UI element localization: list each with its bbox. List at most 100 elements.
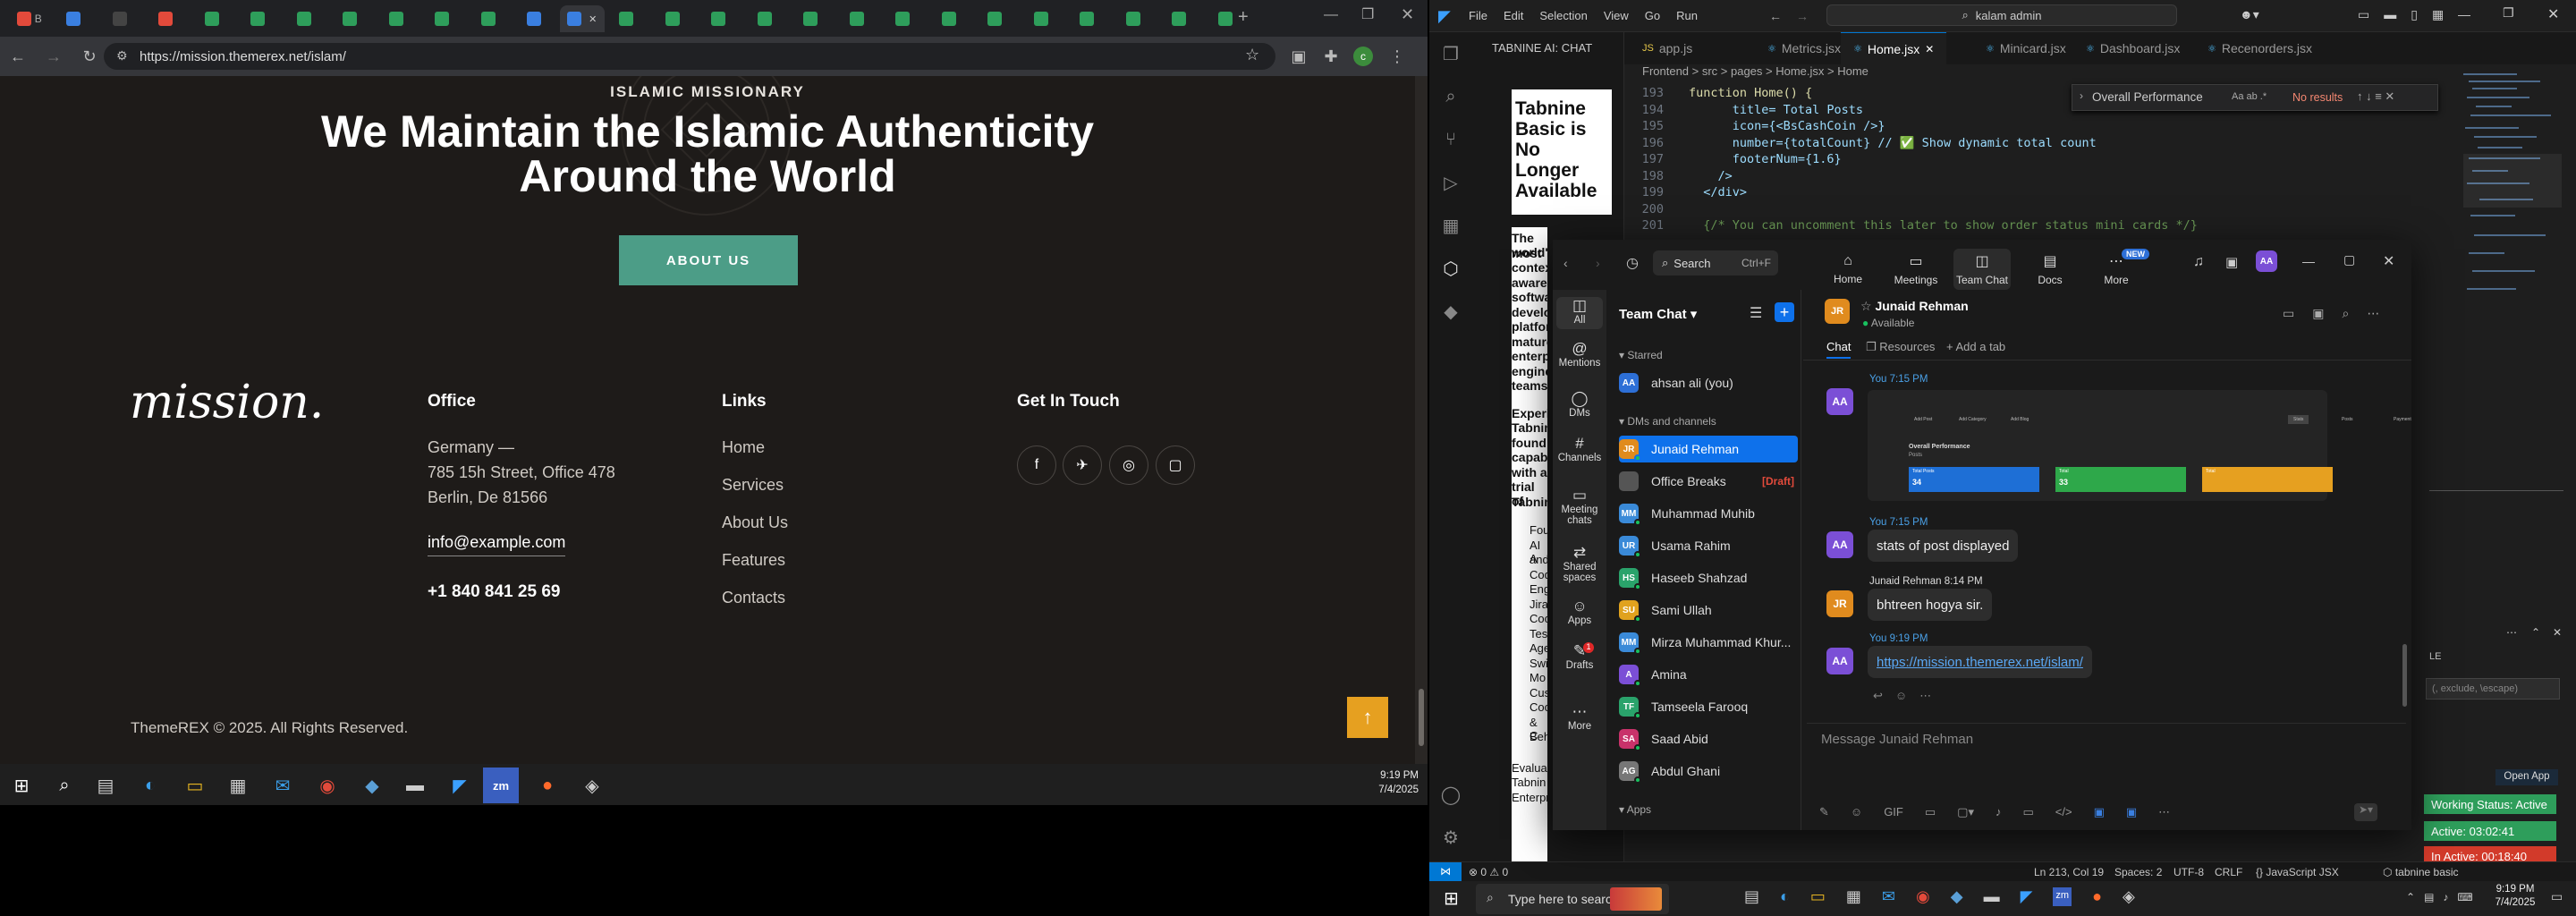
rail-meeting-chats[interactable]: ▭ Meeting chats: [1553, 488, 1606, 526]
footer-link-features[interactable]: Features: [722, 551, 785, 570]
zoom-back-icon[interactable]: ‹: [1563, 256, 1568, 270]
edge-icon[interactable]: ◐: [132, 768, 168, 803]
browser-tab[interactable]: [699, 5, 743, 32]
browser-tab[interactable]: ✕: [560, 5, 605, 32]
chat-header-actions[interactable]: ▭ ▣ ⌕ ⋯: [2283, 306, 2379, 321]
postman-icon[interactable]: ●: [530, 768, 565, 803]
profile-avatar[interactable]: c: [1352, 46, 1374, 67]
store-icon[interactable]: ▦: [220, 768, 256, 803]
extensions-icon[interactable]: ▦: [1440, 215, 1462, 236]
zoom-maximize-button[interactable]: ▢: [2343, 252, 2355, 267]
task-view-icon[interactable]: ▤: [88, 768, 123, 803]
extension-icon[interactable]: ▣: [1288, 46, 1309, 67]
zoom-icon[interactable]: zm: [483, 768, 519, 803]
footer-link-contacts[interactable]: Contacts: [722, 589, 785, 607]
menu-item[interactable]: Edit: [1504, 9, 1523, 22]
starred-header[interactable]: ▾ Starred: [1619, 349, 1663, 361]
tab-close-icon[interactable]: ✕: [589, 13, 597, 25]
search-icon[interactable]: ⌕: [47, 768, 82, 803]
editor-tab[interactable]: ⚛ Recenorders.jsx: [2195, 32, 2325, 64]
browser-tab[interactable]: [1021, 5, 1065, 32]
command-center[interactable]: ⌕ kalam admin: [1826, 4, 2177, 26]
notifications-bell-icon[interactable]: ♫: [2193, 254, 2204, 270]
find-widget[interactable]: › Overall Performance Aa ab .* No result…: [2072, 84, 2438, 111]
composer-toolbar[interactable]: ✎ ☺ GIF ▭ ▢▾ ♪ ▭ </> ▣ ▣ ⋯: [1819, 805, 2170, 819]
editor-tab[interactable]: JS app.js: [1630, 32, 1705, 64]
history-icon[interactable]: ◷: [1626, 254, 1639, 272]
menu-item[interactable]: Go: [1645, 9, 1660, 22]
browser-tab[interactable]: [928, 5, 973, 32]
chat-list-item[interactable]: MM Muhammad Muhib: [1619, 500, 1798, 527]
editor-tab[interactable]: ⚛ Metrics.jsx: [1755, 32, 1853, 64]
browser-tab[interactable]: B: [7, 5, 52, 32]
tab-resources[interactable]: ❐ Resources: [1866, 340, 1935, 354]
right-taskbar-apps[interactable]: ▤ ◐ ▭ ▦ ✉ ◉ ◆ ▬ ◤ zm ● ◈: [1744, 887, 2135, 906]
notification-center-icon[interactable]: ▭: [2551, 889, 2563, 904]
zoom-search[interactable]: ⌕ Search Ctrl+F: [1653, 250, 1778, 276]
editor-tab[interactable]: ⚛ Home.jsx ✕: [1841, 32, 1947, 64]
zoom-forward-icon[interactable]: ›: [1596, 256, 1600, 270]
code-line[interactable]: </div>: [1689, 185, 1747, 199]
encoding[interactable]: UTF-8: [2174, 866, 2204, 878]
zoom-nav-home[interactable]: ⌂ Home: [1819, 249, 1877, 290]
account-icon[interactable]: ◯: [1440, 784, 1462, 805]
chat-list-item[interactable]: SU Sami Ullah: [1619, 597, 1798, 623]
remote-icon[interactable]: ⋈: [1429, 862, 1462, 882]
terminal-icon[interactable]: ▬: [397, 768, 433, 803]
rail-more[interactable]: ⋯ More: [1553, 704, 1606, 732]
rail-shared-spaces[interactable]: ⇄ Shared spaces: [1553, 545, 1606, 583]
chat-list-item[interactable]: UR Usama Rahim: [1619, 532, 1798, 559]
office-phone[interactable]: +1 840 841 25 69: [428, 582, 560, 602]
chat-scrollbar[interactable]: [2402, 644, 2407, 707]
code-line[interactable]: />: [1689, 169, 1733, 183]
new-tab-button[interactable]: +: [1238, 7, 1249, 28]
footer-link-home[interactable]: Home: [722, 438, 765, 457]
open-app-button[interactable]: Open App: [2496, 769, 2558, 785]
back-icon[interactable]: ←: [7, 46, 29, 67]
chrome-icon[interactable]: ◉: [309, 768, 345, 803]
side-up-icon[interactable]: ⌃: [2531, 626, 2540, 639]
menu-item[interactable]: Selection: [1539, 9, 1587, 22]
zoom-profile-avatar[interactable]: AA: [2256, 250, 2277, 272]
msg4-link[interactable]: https://mission.themerex.net/islam/: [1868, 646, 2092, 678]
chat-list-item[interactable]: HS Haseeb Shahzad: [1619, 564, 1798, 591]
zoom-apps-icon[interactable]: ▣: [2225, 254, 2238, 270]
apps-header[interactable]: ▾ Apps: [1619, 803, 1651, 816]
browser-tab[interactable]: [1113, 5, 1157, 32]
maximize-button[interactable]: ❐: [1361, 5, 1374, 23]
browser-tab[interactable]: [54, 5, 98, 32]
breadcrumb[interactable]: Frontend > src > pages > Home.jsx > Home: [1642, 64, 1868, 84]
side-toolbar[interactable]: ⋯ ⌃ ✕: [2429, 626, 2563, 644]
browser-tab[interactable]: [422, 5, 467, 32]
browser-tab[interactable]: [606, 5, 651, 32]
about-us-button[interactable]: ABOUT US: [619, 235, 798, 285]
extensions-puzzle-icon[interactable]: ✚: [1320, 46, 1342, 67]
minimap[interactable]: [2463, 64, 2562, 440]
code-line[interactable]: function Home() {: [1689, 86, 1812, 100]
side-more-icon[interactable]: ⋯: [2506, 626, 2517, 639]
code-line[interactable]: {/* You can uncomment this later to show…: [1689, 218, 2198, 233]
browser-tab[interactable]: [975, 5, 1020, 32]
cursor-position[interactable]: Ln 213, Col 19: [2034, 866, 2104, 878]
vscode-icon[interactable]: ◤: [442, 768, 478, 803]
browser-tab[interactable]: [514, 5, 559, 32]
msg3-bubble[interactable]: bhtreen hogya sir.: [1868, 589, 1993, 621]
browser-tab[interactable]: [744, 5, 789, 32]
find-nav-icons[interactable]: ↑ ↓ ≡ ✕: [2357, 89, 2394, 104]
rail-drafts[interactable]: ✎ Drafts: [1553, 643, 1606, 671]
code-line[interactable]: number={totalCount} // ✅ Show dynamic to…: [1689, 136, 2097, 150]
problems-indicator[interactable]: ⊗ 0 ⚠ 0: [1469, 866, 1508, 878]
tab-add[interactable]: + Add a tab: [1946, 340, 2005, 353]
browser-tab[interactable]: [1067, 5, 1112, 32]
files-to-exclude-input[interactable]: (, exclude, \escape): [2426, 678, 2560, 700]
browser-tab[interactable]: [238, 5, 283, 32]
browser-tab[interactable]: [1159, 5, 1204, 32]
zoom-close-button[interactable]: ✕: [2383, 252, 2394, 270]
reload-icon[interactable]: ↻: [79, 46, 100, 67]
chat-list-item[interactable]: Office Breaks [Draft]: [1619, 468, 1798, 495]
chat-list-item[interactable]: A Amina: [1619, 661, 1798, 688]
msg1-screenshot[interactable]: Add Post Add Category Add Blog Stats Posts Pa…: [1868, 390, 2411, 501]
facebook-icon[interactable]: f: [1017, 445, 1056, 485]
filter-icon[interactable]: ☰: [1750, 304, 1762, 322]
nav-back-icon[interactable]: ←: [1769, 9, 1782, 23]
